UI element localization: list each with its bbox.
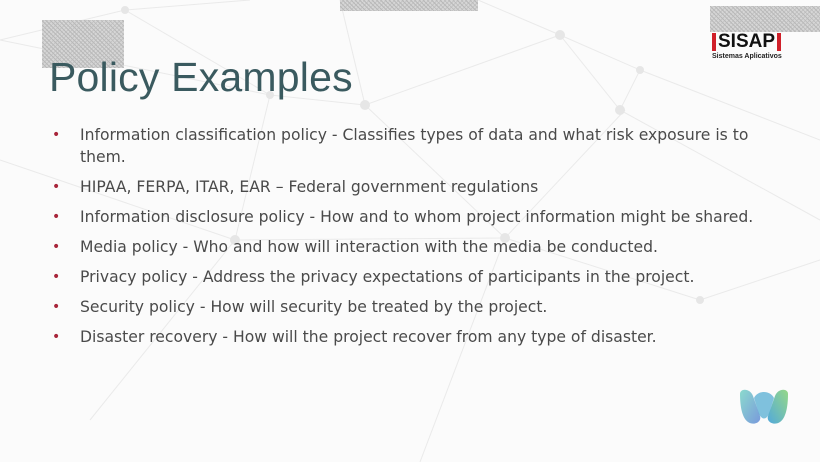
bullet-item: • Security policy - How will security be… — [52, 296, 782, 318]
bullet-text: HIPAA, FERPA, ITAR, EAR – Federal govern… — [80, 178, 539, 196]
bullet-marker: • — [52, 209, 61, 225]
bullet-marker: • — [52, 299, 61, 315]
bullet-text: Security policy - How will security be t… — [80, 298, 548, 316]
bullet-text: Information disclosure policy - How and … — [80, 208, 754, 226]
bullet-text: Privacy policy - Address the privacy exp… — [80, 268, 695, 286]
bullet-item: • Disaster recovery - How will the proje… — [52, 326, 782, 348]
company-logo: SISAP Sistemas Aplicativos — [712, 32, 794, 62]
bullet-item: • Media policy - Who and how will intera… — [52, 236, 782, 258]
logo-wordmark: SISAP — [718, 31, 776, 52]
bullet-list: • Information classification policy - Cl… — [52, 124, 782, 356]
bullet-marker: • — [52, 179, 61, 195]
slide: SISAP Sistemas Aplicativos Policy Exampl… — [0, 0, 820, 462]
bullet-text: Information classification policy - Clas… — [80, 126, 749, 166]
placeholder-pattern-block — [710, 6, 820, 32]
bullet-marker: • — [52, 269, 61, 285]
logo-tagline: Sistemas Aplicativos — [712, 53, 782, 60]
bullet-marker: • — [52, 127, 61, 143]
bullet-item: • Information classification policy - Cl… — [52, 124, 782, 168]
bullet-marker: • — [52, 329, 61, 345]
bullet-text: Media policy - Who and how will interact… — [80, 238, 658, 256]
logo-accent-bar — [712, 33, 716, 51]
bullet-item: • Information disclosure policy - How an… — [52, 206, 782, 228]
webex-style-overlap-logo-icon — [740, 389, 788, 424]
bullet-item: • HIPAA, FERPA, ITAR, EAR – Federal gove… — [52, 176, 782, 198]
slide-title: Policy Examples — [49, 54, 353, 100]
bullet-text: Disaster recovery - How will the project… — [80, 328, 657, 346]
bullet-item: • Privacy policy - Address the privacy e… — [52, 266, 782, 288]
logo-accent-bar — [777, 33, 782, 51]
bullet-marker: • — [52, 239, 61, 255]
placeholder-pattern-block — [340, 0, 478, 11]
